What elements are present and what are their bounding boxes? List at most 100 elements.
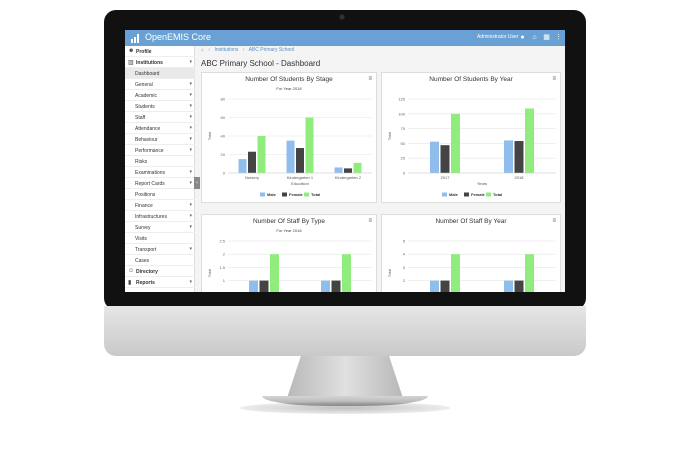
legend-label: Female xyxy=(471,192,486,197)
chevron-down-icon[interactable]: ▾ xyxy=(189,114,192,120)
chevron-down-icon[interactable]: ▾ xyxy=(189,147,192,153)
y-tick-label: 20 xyxy=(221,152,226,157)
legend-label: Total xyxy=(311,192,320,197)
y-tick-label: 2 xyxy=(223,252,226,257)
bar-male xyxy=(238,159,247,173)
chevron-down-icon[interactable]: ▾ xyxy=(189,279,192,285)
sidebar-toggle[interactable]: ‹ xyxy=(194,177,200,189)
bar-female xyxy=(440,145,450,173)
chevron-down-icon[interactable]: ▾ xyxy=(189,59,192,65)
legend-swatch-total xyxy=(304,192,309,197)
bar-male xyxy=(249,280,258,292)
sidebar-item-examinations[interactable]: Examinations ▾ xyxy=(125,167,195,178)
sidebar-item-label: Staff xyxy=(135,115,146,121)
bar-male xyxy=(430,280,439,292)
app-title[interactable]: OpenEMIS Core xyxy=(145,32,211,42)
x-tick-label: 2018 xyxy=(515,175,525,180)
bar-total xyxy=(525,108,534,173)
sidebar-item-staff[interactable]: Staff ▾ xyxy=(125,112,195,123)
monitor-shadow xyxy=(240,402,450,414)
chevron-down-icon[interactable]: ▾ xyxy=(189,169,192,175)
bar-total xyxy=(342,254,351,292)
chevron-down-icon[interactable]: ▾ xyxy=(189,202,192,208)
bar-total xyxy=(525,254,534,292)
sidebar-item-label: Positions xyxy=(135,192,156,198)
user-icon[interactable]: ● xyxy=(518,33,527,42)
sidebar-item-label: Report Cards xyxy=(135,181,165,187)
sidebar-item-report-cards[interactable]: Report Cards ▾ xyxy=(125,178,195,189)
x-tick-label: 2017 xyxy=(441,175,451,180)
legend-label: Male xyxy=(449,192,459,197)
sidebar-item-survey[interactable]: Survey ▾ xyxy=(125,222,195,233)
chevron-down-icon[interactable]: ▾ xyxy=(189,125,192,131)
bar-female xyxy=(259,280,269,292)
y-axis-label: Total xyxy=(387,132,392,141)
legend-swatch-male xyxy=(442,192,447,197)
sidebar-item-directory[interactable]: ☺ Directory xyxy=(125,266,195,277)
bar-total xyxy=(353,162,362,173)
sidebar-item-attendance[interactable]: Attendance ▾ xyxy=(125,123,195,134)
home-icon[interactable]: ⌂ xyxy=(530,33,539,42)
monitor-chin xyxy=(104,306,586,356)
chevron-down-icon[interactable]: ▾ xyxy=(189,180,192,186)
legend-label: Male xyxy=(267,192,277,197)
sidebar-item-label: Students xyxy=(135,104,155,110)
person-icon: ☻ xyxy=(128,48,135,54)
sidebar-item-risks[interactable]: Risks xyxy=(125,156,195,167)
sidebar-item-behaviour[interactable]: Behaviour ▾ xyxy=(125,134,195,145)
sidebar-item-label: Institutions xyxy=(136,60,163,66)
sidebar-item-institutions[interactable]: ▥ Institutions ▾ xyxy=(125,57,195,68)
sidebar-item-cases[interactable]: Cases xyxy=(125,255,195,266)
breadcrumb-separator: › xyxy=(208,47,211,53)
sidebar-item-positions[interactable]: Positions xyxy=(125,189,195,200)
bar-male xyxy=(321,280,330,292)
chart-svg: 0 20 40 60 80 Total Nursery Kindergarten 1 Kinde… xyxy=(207,97,372,197)
y-tick-label: 0 xyxy=(403,171,406,176)
chart-panel-staff-by-year: Number Of Staff By Year ≡ 2 3 4 5 Total xyxy=(381,214,561,292)
sidebar-item-finance[interactable]: Finance ▾ xyxy=(125,200,195,211)
y-tick-label: 3 xyxy=(403,265,406,270)
chart-panel-staff-by-type: Number Of Staff By Type For Year 2018 ≡ … xyxy=(201,214,377,292)
y-tick-label: 75 xyxy=(401,126,406,131)
people-icon: ☺ xyxy=(128,268,135,274)
sidebar-item-profile[interactable]: ☻ Profile xyxy=(125,46,195,57)
sidebar-item-label: Reports xyxy=(136,280,155,286)
y-tick-label: 1.5 xyxy=(219,265,225,270)
logo-icon xyxy=(131,34,139,43)
sidebar-item-transport[interactable]: Transport ▾ xyxy=(125,244,195,255)
y-tick-label: 2 xyxy=(403,278,406,283)
sidebar-item-students[interactable]: Students ▾ xyxy=(125,101,195,112)
sidebar-item-general[interactable]: General ▾ xyxy=(125,79,195,90)
more-icon[interactable]: ⋮ xyxy=(554,33,563,42)
grid-icon[interactable]: ▦ xyxy=(542,33,551,42)
chevron-down-icon[interactable]: ▾ xyxy=(189,103,192,109)
x-tick-label: Kindergarten 2 xyxy=(335,175,362,180)
chevron-down-icon[interactable]: ▾ xyxy=(189,213,192,219)
chevron-down-icon[interactable]: ▾ xyxy=(189,136,192,142)
home-icon[interactable]: ⌂ xyxy=(201,47,204,53)
y-axis-label: Total xyxy=(207,132,212,141)
monitor-stand xyxy=(287,356,403,398)
y-tick-label: 50 xyxy=(401,141,406,146)
sidebar-item-infrastructures[interactable]: Infrastructures ▾ xyxy=(125,211,195,222)
sidebar-item-label: Survey xyxy=(135,225,151,231)
sidebar-item-dashboard[interactable]: Dashboard xyxy=(125,68,195,79)
chevron-down-icon[interactable]: ▾ xyxy=(189,246,192,252)
legend-swatch-female xyxy=(464,192,469,197)
chevron-down-icon[interactable]: ▾ xyxy=(189,81,192,87)
bar-total xyxy=(257,136,266,173)
user-name[interactable]: Administrator User xyxy=(477,34,518,40)
y-tick-label: 2.5 xyxy=(219,239,225,244)
x-tick-label: Nursery xyxy=(245,175,259,180)
chevron-down-icon[interactable]: ▾ xyxy=(189,92,192,98)
chevron-down-icon[interactable]: ▾ xyxy=(189,224,192,230)
sidebar-item-performance[interactable]: Performance ▾ xyxy=(125,145,195,156)
breadcrumb-school[interactable]: ABC Primary School xyxy=(249,47,295,53)
y-tick-label: 80 xyxy=(221,97,226,102)
breadcrumb-institutions[interactable]: Institutions xyxy=(214,47,238,53)
sidebar-item-visits[interactable]: Visits xyxy=(125,233,195,244)
sidebar-item-academic[interactable]: Academic ▾ xyxy=(125,90,195,101)
bar-female xyxy=(440,280,450,292)
bar-total xyxy=(451,254,460,292)
sidebar-item-reports[interactable]: ▮ Reports ▾ xyxy=(125,277,195,288)
